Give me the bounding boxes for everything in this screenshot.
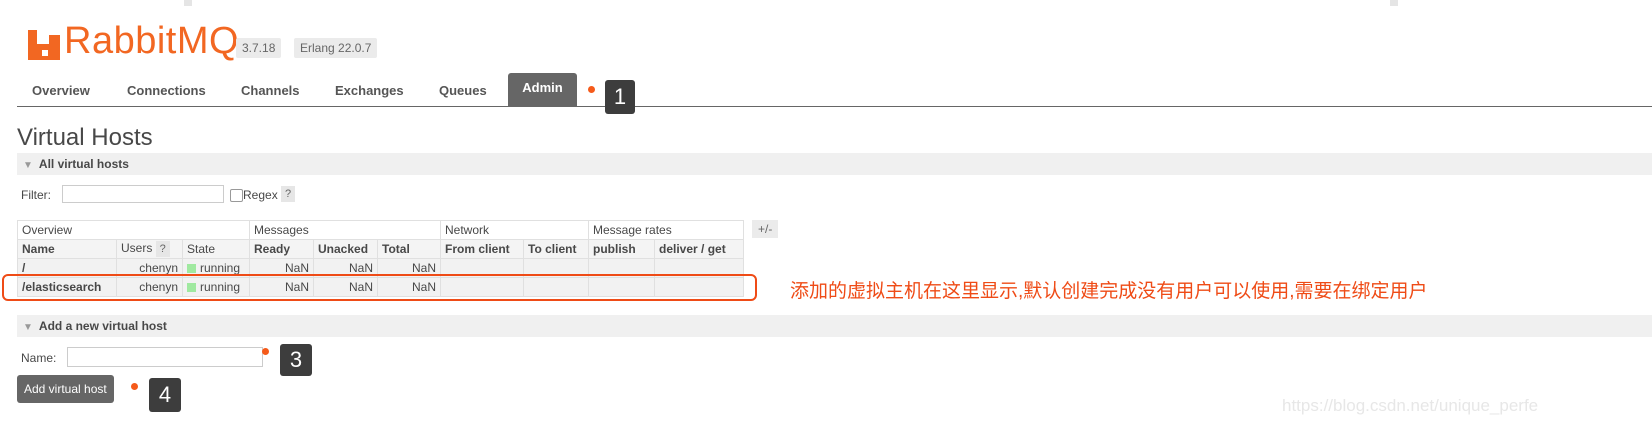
top-edge-mark-right — [1390, 0, 1398, 6]
col-to-client[interactable]: To client — [523, 239, 589, 259]
col-ready[interactable]: Ready — [249, 239, 314, 259]
group-overview: Overview — [17, 220, 250, 240]
collapse-triangle-icon: ▼ — [23, 322, 33, 333]
col-users[interactable]: Users ? — [116, 239, 183, 259]
erlang-version-badge: Erlang 22.0.7 — [294, 38, 378, 58]
all-vhosts-section-label: All virtual hosts — [38, 157, 129, 171]
top-edge-mark-left — [184, 0, 192, 6]
filter-label: Filter: — [21, 188, 51, 202]
running-status-icon — [187, 264, 196, 273]
group-network: Network — [440, 220, 589, 240]
col-state[interactable]: State — [182, 239, 250, 259]
all-vhosts-section-header[interactable]: ▼ All virtual hosts — [17, 153, 1652, 175]
tab-overview[interactable]: Overview — [32, 74, 90, 106]
rabbitmq-logo: RabbitMQ TM — [28, 20, 253, 60]
add-vhost-section-header[interactable]: ▼ Add a new virtual host — [17, 315, 1652, 337]
add-vhost-section-label: Add a new virtual host — [38, 319, 167, 333]
col-total[interactable]: Total — [377, 239, 441, 259]
callout-1: 1 — [605, 80, 635, 114]
name-label: Name: — [21, 351, 57, 365]
col-deliver-get[interactable]: deliver / get — [654, 239, 744, 259]
tab-channels[interactable]: Channels — [241, 74, 300, 106]
tab-exchanges[interactable]: Exchanges — [335, 74, 404, 106]
regex-label: Regex — [243, 188, 278, 202]
regex-checkbox[interactable] — [230, 189, 243, 202]
annotation-highlight-box — [2, 274, 757, 301]
col-from-client[interactable]: From client — [440, 239, 524, 259]
tab-admin[interactable]: Admin — [508, 73, 577, 106]
version-badge: 3.7.18 — [236, 38, 282, 58]
annotation-text: 添加的虚拟主机在这里显示,默认创建完成没有用户可以使用,需要在绑定用户 — [790, 281, 1428, 302]
watermark: https://blog.csdn.net/unique_perfe — [1282, 396, 1539, 415]
callout-marker-dot — [131, 383, 138, 390]
column-toggle-button[interactable]: +/- — [752, 220, 779, 238]
vhost-name-input[interactable] — [67, 347, 263, 367]
users-help-icon[interactable]: ? — [155, 241, 170, 257]
page-title: Virtual Hosts — [17, 124, 153, 151]
tab-queues[interactable]: Queues — [439, 74, 487, 106]
col-name[interactable]: Name — [17, 239, 117, 259]
filter-input[interactable] — [62, 185, 224, 203]
add-virtual-host-button[interactable]: Add virtual host — [17, 375, 114, 403]
callout-3: 3 — [280, 344, 312, 376]
rabbitmq-logo-icon — [28, 30, 60, 60]
group-message-rates: Message rates — [588, 220, 744, 240]
nav-tabs: Overview Connections Channels Exchanges … — [17, 73, 1652, 107]
callout-4: 4 — [149, 378, 181, 412]
callout-marker-dot — [588, 86, 595, 93]
group-messages: Messages — [249, 220, 441, 240]
regex-help-icon[interactable]: ? — [281, 186, 295, 202]
col-publish[interactable]: publish — [588, 239, 655, 259]
collapse-triangle-icon: ▼ — [23, 160, 33, 171]
logo-text: RabbitMQ — [64, 20, 240, 62]
callout-marker-dot — [262, 348, 269, 355]
tab-connections[interactable]: Connections — [127, 74, 206, 106]
col-unacked[interactable]: Unacked — [313, 239, 378, 259]
